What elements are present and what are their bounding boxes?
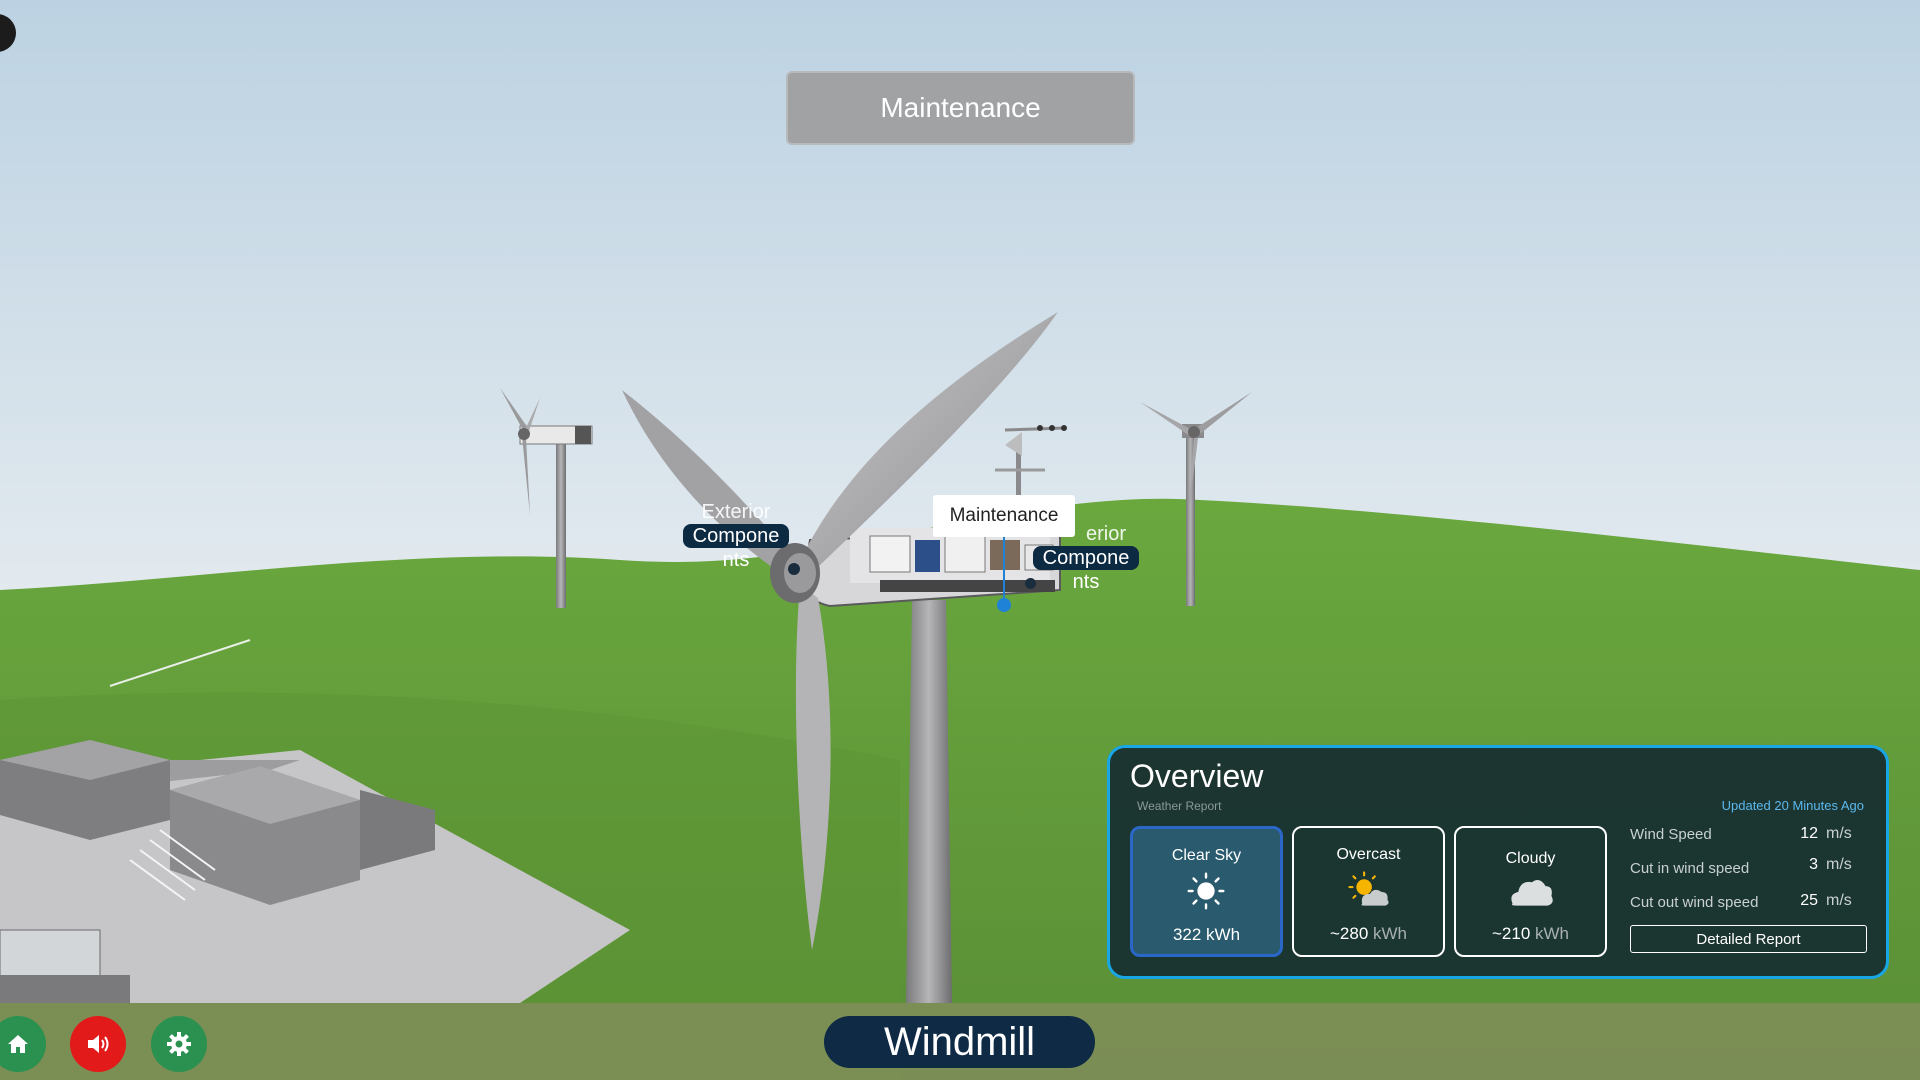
hotspot-line: Compone <box>682 524 790 548</box>
hotspot-exterior-components-left[interactable]: Exterior Compone nts <box>677 500 795 572</box>
hotspot-line: Compone <box>1032 546 1140 570</box>
hotspot-line: nts <box>1072 571 1100 593</box>
sound-button[interactable] <box>70 1016 126 1072</box>
scene-title: Windmill <box>824 1016 1095 1068</box>
stat-value: 12 <box>1800 825 1818 842</box>
updated-timestamp: Updated 20 Minutes Ago <box>1721 798 1864 813</box>
stat-label: Cut in wind speed <box>1630 860 1750 877</box>
stat-label: Wind Speed <box>1630 826 1712 843</box>
weather-card-label: Cloudy <box>1505 850 1556 867</box>
detailed-report-button[interactable]: Detailed Report <box>1630 925 1867 953</box>
overview-subtitle: Weather Report <box>1137 799 1222 813</box>
hotspot-line: nts <box>722 549 750 571</box>
weather-card-value: 322 kWh <box>1172 925 1241 944</box>
stat-cut-in-wind-speed: Cut in wind speed 3 m/s <box>1630 856 1865 877</box>
stat-unit: m/s <box>1826 892 1852 909</box>
gear-icon <box>167 1032 191 1056</box>
cloud-icon <box>1511 880 1553 906</box>
speaker-icon <box>88 1035 109 1053</box>
stat-unit: m/s <box>1826 856 1852 873</box>
maintenance-pin-line <box>1003 537 1005 603</box>
overview-panel: Overview Weather Report Updated 20 Minut… <box>1107 745 1889 979</box>
stat-label: Cut out wind speed <box>1630 894 1759 911</box>
main-turbine-tower <box>906 600 952 1003</box>
weather-card-label: Clear Sky <box>1171 847 1242 864</box>
stat-value: 25 <box>1800 892 1818 909</box>
weather-card-label: Overcast <box>1336 846 1401 863</box>
mode-banner: Maintenance <box>786 71 1135 145</box>
maintenance-pin-dot[interactable] <box>997 598 1011 612</box>
hotspot-pin-dot[interactable] <box>788 563 800 575</box>
settings-button[interactable] <box>151 1016 207 1072</box>
hotspot-line: Exterior <box>701 501 771 523</box>
maintenance-tag[interactable]: Maintenance <box>933 495 1075 537</box>
stat-value: 3 <box>1809 856 1818 873</box>
sun-icon <box>1187 872 1225 910</box>
weather-card-cloudy[interactable]: Cloudy ~210 kWh <box>1454 826 1607 957</box>
hotspot-pin-dot[interactable] <box>1025 578 1036 589</box>
stat-unit: m/s <box>1826 825 1852 842</box>
weather-card-clear-sky[interactable]: Clear Sky 322 kWh <box>1130 826 1283 957</box>
weather-card-value: ~280 kWh <box>1329 924 1408 943</box>
weather-card-overcast[interactable]: Overcast ~280 kWh <box>1292 826 1445 957</box>
partly-cloudy-icon <box>1348 871 1389 906</box>
overview-title: Overview <box>1130 758 1264 794</box>
stat-cut-out-wind-speed: Cut out wind speed 25 m/s <box>1630 892 1865 911</box>
weather-card-value: ~210 kWh <box>1491 924 1570 943</box>
stat-wind-speed: Wind Speed 12 m/s <box>1630 825 1865 843</box>
home-icon <box>8 1035 28 1053</box>
